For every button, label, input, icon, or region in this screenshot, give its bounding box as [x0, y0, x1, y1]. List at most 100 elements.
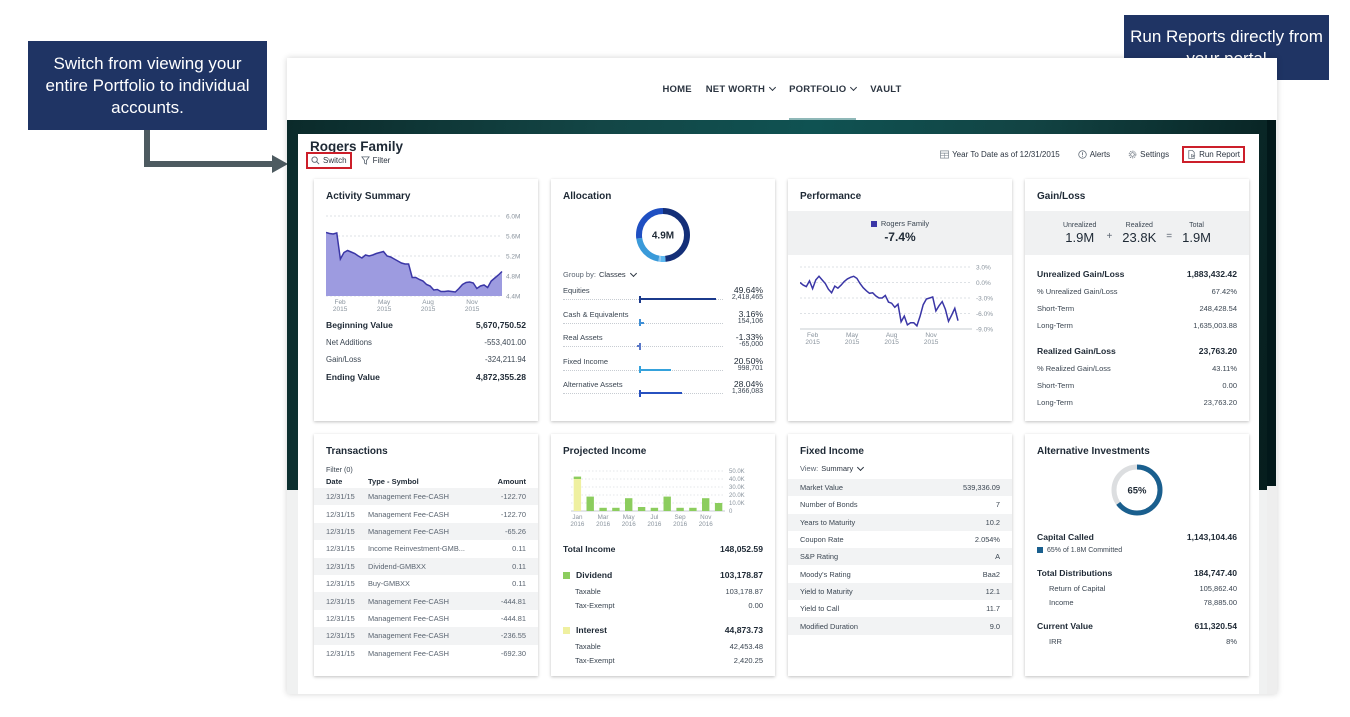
row-value: 11.7 [986, 604, 1000, 614]
bar-interest[interactable] [573, 479, 582, 511]
x-tick-year: 2016 [647, 521, 662, 528]
bar-dividend[interactable] [676, 507, 684, 511]
nav-item-net-worth[interactable]: NET WORTH [706, 58, 777, 120]
scrollbar-thumb[interactable] [1267, 120, 1276, 486]
run-report-label: Run Report [1199, 150, 1240, 159]
allocation-card[interactable]: Allocation 4.9M Group by: Classes Equiti… [551, 179, 775, 421]
bar-dividend[interactable] [689, 507, 697, 511]
activity-row: Net Additions -553,401.00 [326, 334, 526, 352]
table-row[interactable]: 12/31/15 Management Fee-CASH -65.26 [314, 522, 538, 541]
fixed-income-row: Coupon Rate 2.054% [788, 531, 1012, 548]
row-value: 148,052.59 [719, 544, 763, 554]
nav-item-portfolio[interactable]: PORTFOLIO [789, 58, 858, 120]
allocation-item[interactable]: Alternative Assets 28.04% 1,366,083 [563, 377, 763, 401]
projected-income-rows: Total Income 148,052.59 Dividend 103,178… [563, 541, 763, 667]
y-tick-label: 6.0M [506, 214, 520, 221]
gain-loss-row: % Realized Gain/Loss 43.11% [1037, 360, 1237, 377]
row-value: 103,178.87 [719, 569, 763, 580]
row-value: 2.054% [974, 535, 1000, 545]
fixed-income-row: S&P Rating A [788, 548, 1012, 566]
column-header-amount[interactable]: Amount [476, 477, 526, 486]
row-value: 67.42% [1211, 287, 1237, 296]
column-header-type[interactable]: Type - Symbol [368, 477, 476, 486]
allocation-item[interactable]: Real Assets -1.33% -65,000 [563, 330, 763, 354]
alternative-investments-card[interactable]: Alternative Investments 65% Capital Call… [1025, 434, 1249, 676]
activity-row: Ending Value 4,872,355.28 [326, 369, 526, 387]
allocation-item[interactable]: Cash & Equivalents 3.16% 154,106 [563, 307, 763, 331]
alerts-button[interactable]: Alerts [1075, 148, 1113, 161]
table-row[interactable]: 12/31/15 Management Fee-CASH -692.30 [314, 645, 538, 662]
table-row[interactable]: 12/31/15 Management Fee-CASH -444.81 [314, 592, 538, 610]
card-title: Fixed Income [800, 446, 864, 457]
allocation-bar [639, 298, 716, 300]
column-header-date[interactable]: Date [326, 477, 368, 486]
allocation-item[interactable]: Equities 49.64% 2,418,465 [563, 283, 763, 307]
x-tick-label: Jan [572, 514, 583, 521]
allocation-donut-chart[interactable]: 4.9M [634, 206, 692, 264]
gain-loss-row: % Unrealized Gain/Loss 67.42% [1037, 283, 1237, 300]
bar-dividend[interactable] [573, 476, 582, 479]
x-tick-year: 2015 [805, 339, 820, 346]
transaction-amount: -122.70 [500, 492, 526, 502]
unrealized-label: Unrealized [1062, 221, 1097, 229]
date-range-label: Year To Date as of 12/31/2015 [952, 150, 1060, 159]
legend-swatch [870, 220, 877, 227]
bar-dividend[interactable] [586, 496, 594, 511]
table-row[interactable]: 12/31/15 Dividend-GMBXX 0.11 [314, 557, 538, 575]
bar-dividend[interactable] [663, 496, 671, 511]
row-value: 2,420.25 [733, 655, 763, 665]
row-value: Baa2 [982, 569, 1000, 579]
transactions-card[interactable]: Transactions Filter (0) Date Type - Symb… [314, 434, 538, 676]
row-label: Short-Term [1037, 381, 1075, 390]
fixed-income-row: Years to Maturity 10.2 [788, 513, 1012, 531]
projected-income-card[interactable]: Projected Income 50.0K 40.0K 30.0K 20.0K 10.… [551, 434, 775, 676]
interest-taxable-row: Taxable 42,453.48 [563, 639, 763, 653]
y-tick-label: 30.0K [729, 485, 745, 491]
bar-dividend[interactable] [625, 498, 633, 511]
table-row[interactable]: 12/31/15 Buy-GMBXX 0.11 [314, 575, 538, 592]
bar-dividend[interactable] [599, 507, 607, 511]
bar-dividend[interactable] [714, 503, 723, 511]
gain-loss-card[interactable]: Gain/Loss Unrealized 1.9M + Realized 23.… [1025, 179, 1249, 421]
row-value: -553,401.00 [484, 337, 526, 347]
transactions-filter[interactable]: Filter (0) [326, 465, 526, 474]
y-tick-label: 0.0% [976, 280, 991, 287]
table-row[interactable]: 12/31/15 Management Fee-CASH -236.55 [314, 627, 538, 645]
table-row[interactable]: 12/31/15 Management Fee-CASH -444.81 [314, 610, 538, 627]
transaction-type: Management Fee-CASH [368, 509, 449, 519]
allocation-item[interactable]: Fixed Income 20.50% 998,701 [563, 354, 763, 378]
table-row[interactable]: 12/31/15 Management Fee-CASH -122.70 [314, 505, 538, 522]
bar-dividend[interactable] [612, 507, 620, 511]
x-tick-label: Feb [807, 332, 819, 339]
gain-loss-rows: Unrealized Gain/Loss 1,883,432.42 % Unreal… [1037, 265, 1237, 411]
table-row[interactable]: 12/31/15 Management Fee-CASH -122.70 [314, 488, 538, 506]
fixed-income-card[interactable]: Fixed Income View: Summary Market Value 5… [788, 434, 1012, 676]
fixed-income-row: Number of Bonds 7 [788, 496, 1012, 513]
filter-button[interactable]: Filter [358, 154, 394, 167]
transaction-amount: -236.55 [500, 631, 526, 641]
performance-card[interactable]: Performance Rogers Family -7.4% 3.0% 0.0%… [788, 179, 1012, 421]
switch-button[interactable]: Switch [306, 152, 352, 169]
bar-dividend[interactable] [650, 507, 659, 511]
row-value: 1,635,003.88 [1193, 321, 1237, 330]
gain-loss-row: Long-Term 23,763.20 [1037, 394, 1237, 411]
card-title: Alternative Investments [1037, 446, 1150, 457]
bar-dividend[interactable] [702, 498, 710, 511]
nav-item-home[interactable]: HOME [662, 58, 691, 120]
row-label: Return of Capital [1049, 583, 1106, 593]
activity-summary-card[interactable]: Activity Summary 6.0M 5.6M 5.2M 4.8M 4.4M Feb… [314, 179, 538, 421]
x-tick-label: May [378, 299, 391, 306]
committed-swatch [1037, 547, 1043, 554]
nav-item-vault[interactable]: VAULT [870, 58, 901, 120]
top-navigation: HOME NET WORTH PORTFOLIO VAULT [287, 58, 1277, 120]
table-row[interactable]: 12/31/15 Income Reinvestment-GMB... 0.11 [314, 540, 538, 557]
settings-button[interactable]: Settings [1125, 148, 1172, 161]
card-title: Allocation [563, 191, 612, 202]
row-value: 539,336.09 [963, 483, 1000, 493]
run-report-button[interactable]: Run Report [1182, 146, 1245, 163]
bar-dividend[interactable] [637, 507, 646, 511]
view-selector[interactable]: View: Summary [800, 463, 1000, 473]
transaction-date: 12/31/15 [326, 526, 355, 536]
date-range-selector[interactable]: Year To Date as of 12/31/2015 [937, 148, 1063, 161]
group-by-selector[interactable]: Group by: Classes [563, 269, 763, 279]
